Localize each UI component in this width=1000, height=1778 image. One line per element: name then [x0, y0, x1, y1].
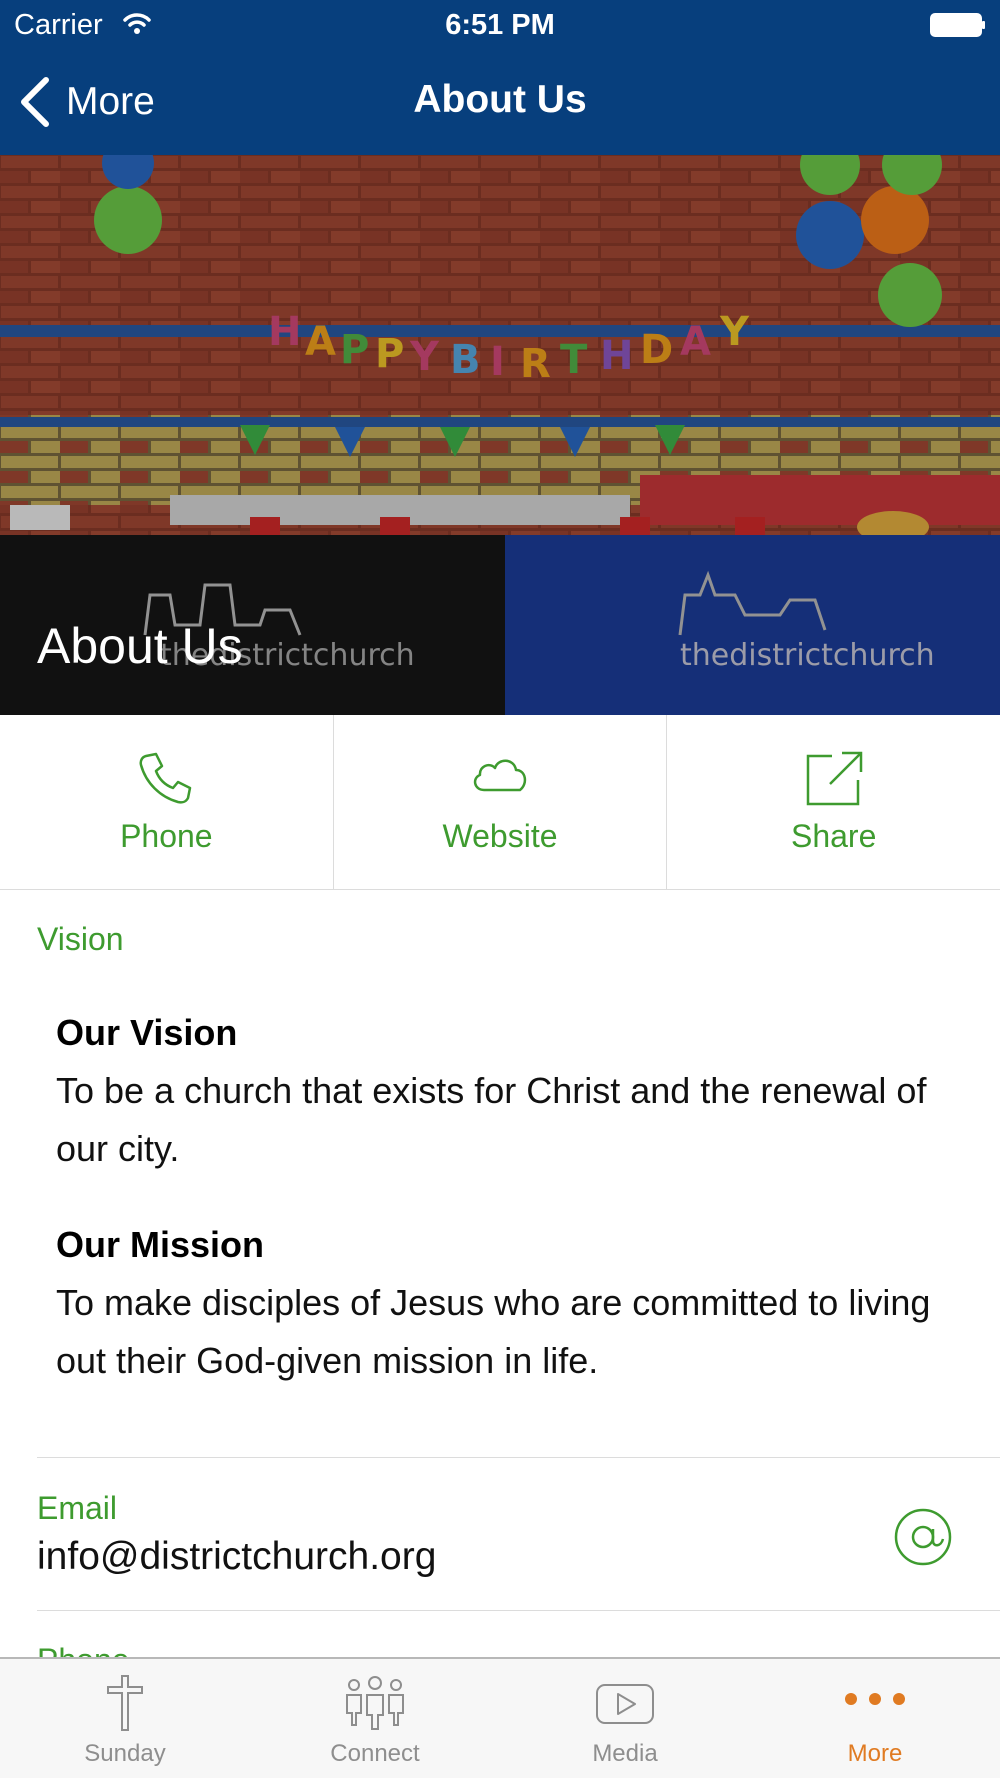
tab-more-label: More	[847, 1740, 903, 1767]
tab-media-label: Media	[592, 1740, 658, 1767]
people-icon	[346, 1676, 404, 1730]
tab-connect[interactable]: Connect	[250, 1659, 500, 1778]
top-bar: Carrier 6:51 PM More About Us	[0, 0, 1000, 155]
status-time: 6:51 PM	[445, 9, 555, 41]
email-value[interactable]: info@districtchurch.org	[37, 1535, 436, 1579]
tab-sunday-label: Sunday	[84, 1740, 166, 1767]
cloud-icon	[473, 759, 527, 792]
battery-icon	[930, 13, 985, 37]
cross-icon	[107, 1675, 143, 1731]
tab-media[interactable]: Media	[500, 1659, 750, 1778]
website-button-label: Website	[442, 818, 558, 854]
divider	[37, 1457, 1000, 1458]
mission-text: To make disciples of Jesus who are commi…	[56, 1282, 931, 1381]
vision-section-label: Vision	[37, 921, 124, 957]
phone-icon	[139, 752, 192, 804]
vision-text: To be a church that exists for Christ an…	[56, 1070, 927, 1169]
phone-button-label: Phone	[120, 818, 213, 854]
email-label: Email	[37, 1490, 118, 1526]
vision-heading: Our Vision	[56, 1012, 238, 1053]
tab-more[interactable]: More	[750, 1659, 1000, 1778]
share-button[interactable]: Share	[667, 715, 1000, 889]
mission-heading: Our Mission	[56, 1224, 265, 1265]
at-icon[interactable]	[893, 1507, 953, 1567]
hero-title: About Us	[37, 618, 243, 674]
navigation-bar: More About Us	[0, 50, 1000, 155]
page-title: About Us	[413, 78, 587, 121]
phone-button[interactable]: Phone	[0, 715, 334, 889]
action-buttons: Phone Website Share	[0, 715, 1000, 890]
hero-image: H A P P Y B I R T H D A Y thedistrictchu…	[0, 155, 1000, 715]
tab-bar: Sunday Connect Media More	[0, 1657, 1000, 1778]
tab-connect-label: Connect	[330, 1740, 420, 1767]
more-dots-icon	[845, 1693, 905, 1705]
website-button[interactable]: Website	[334, 715, 668, 889]
divider	[37, 1610, 1000, 1611]
tab-sunday[interactable]: Sunday	[0, 1659, 250, 1778]
play-icon	[596, 1684, 654, 1724]
status-bar: Carrier 6:51 PM	[0, 0, 1000, 50]
share-icon	[806, 751, 862, 806]
share-button-label: Share	[790, 818, 877, 854]
